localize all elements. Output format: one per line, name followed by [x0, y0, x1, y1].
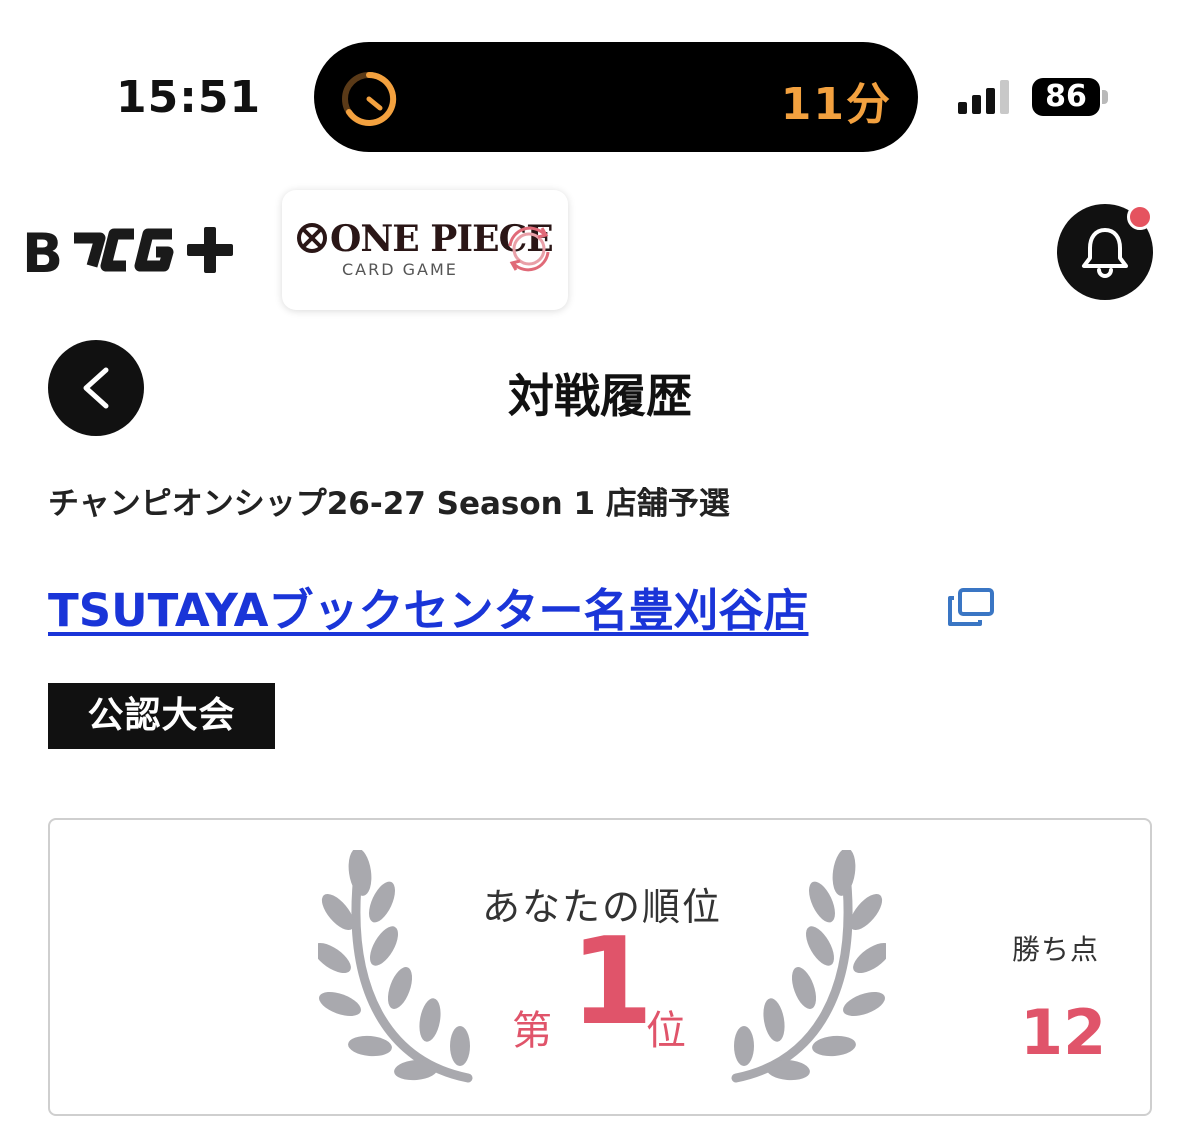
rank-value: 1: [570, 913, 654, 1052]
tournament-type-badge: 公認大会: [48, 683, 275, 749]
sync-icon: [508, 226, 550, 272]
rank-card: あなたの順位 第 1 位 勝ち点 12: [48, 818, 1152, 1116]
one-piece-mark-icon: [297, 223, 327, 253]
dynamic-island[interactable]: 11分: [314, 42, 918, 152]
app-logo[interactable]: B: [22, 222, 234, 280]
game-logo[interactable]: ONE PIECE CARD GAME: [282, 190, 568, 310]
points-value: 12: [1020, 996, 1107, 1069]
battery-level: 86: [1045, 79, 1087, 114]
points-label: 勝ち点: [1012, 933, 1100, 966]
battery-icon: 86: [1032, 78, 1108, 116]
store-link[interactable]: TSUTAYAブックセンター名豊刈谷店: [48, 574, 808, 639]
svg-text:B: B: [22, 222, 63, 280]
status-time: 15:51: [116, 72, 262, 123]
bell-icon: [1082, 228, 1128, 278]
event-name: チャンピオンシップ26-27 Season 1 店舗予選: [48, 486, 730, 522]
game-logo-subtitle: CARD GAME: [342, 260, 458, 279]
timer-icon: [342, 71, 397, 126]
notification-badge: [1127, 204, 1153, 230]
signal-icon: [958, 80, 1009, 114]
activity-remaining: 11分: [780, 79, 892, 130]
external-link-icon[interactable]: [946, 586, 996, 628]
page-title: 対戦履歴: [508, 369, 692, 423]
rank-prefix: 第: [512, 1008, 552, 1054]
rank-suffix: 位: [646, 1008, 686, 1054]
